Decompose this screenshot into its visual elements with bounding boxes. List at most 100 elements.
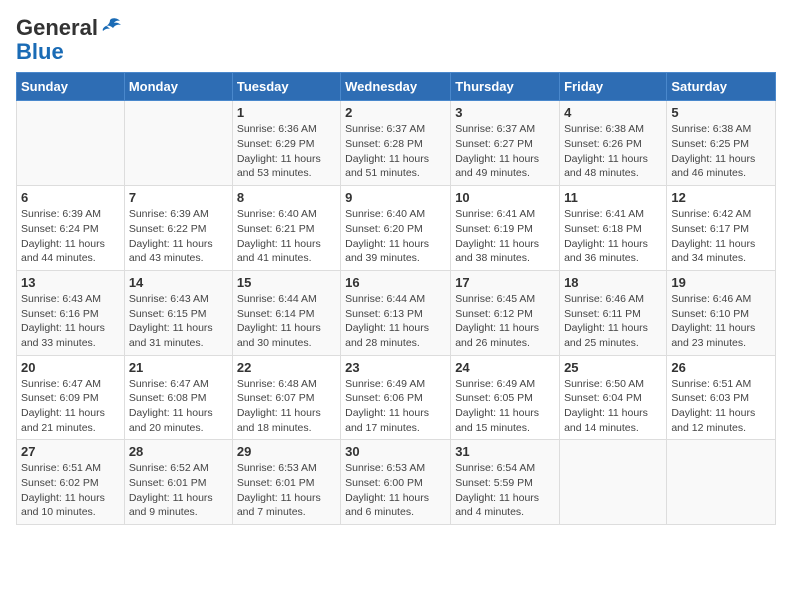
day-number: 31	[455, 444, 555, 459]
calendar-week-row: 1 Sunrise: 6:36 AMSunset: 6:29 PMDaylight…	[17, 101, 776, 186]
day-detail: Sunrise: 6:40 AMSunset: 6:20 PMDaylight:…	[345, 207, 446, 266]
day-detail: Sunrise: 6:53 AMSunset: 6:00 PMDaylight:…	[345, 461, 446, 520]
calendar-day-cell: 14 Sunrise: 6:43 AMSunset: 6:15 PMDayligh…	[124, 270, 232, 355]
calendar-day-cell: 5Sunrise: 6:38 AMSunset: 6:25 PMDaylight…	[667, 101, 776, 186]
calendar-day-cell: 16 Sunrise: 6:44 AMSunset: 6:13 PMDayligh…	[341, 270, 451, 355]
day-detail: Sunrise: 6:51 AMSunset: 6:02 PMDaylight:…	[21, 461, 120, 520]
day-detail: Sunrise: 6:41 AMSunset: 6:19 PMDaylight:…	[455, 207, 555, 266]
day-number: 2	[345, 105, 446, 120]
day-number: 6	[21, 190, 120, 205]
day-number: 4	[564, 105, 662, 120]
day-detail: Sunrise: 6:37 AMSunset: 6:28 PMDaylight:…	[345, 122, 446, 181]
calendar-day-cell: 15Sunrise: 6:44 AMSunset: 6:14 PMDayligh…	[232, 270, 340, 355]
day-detail: Sunrise: 6:43 AMSunset: 6:15 PMDaylight:…	[129, 292, 228, 351]
day-detail: Sunrise: 6:36 AMSunset: 6:29 PMDaylight:…	[237, 122, 336, 181]
day-number: 16	[345, 275, 446, 290]
calendar-day-cell: 12Sunrise: 6:42 AMSunset: 6:17 PMDayligh…	[667, 186, 776, 271]
calendar-day-cell: 31 Sunrise: 6:54 AMSunset: 5:59 PMDayligh…	[451, 440, 560, 525]
day-detail: Sunrise: 6:38 AMSunset: 6:26 PMDaylight:…	[564, 122, 662, 181]
calendar-day-cell	[667, 440, 776, 525]
day-number: 20	[21, 360, 120, 375]
day-number: 7	[129, 190, 228, 205]
day-detail: Sunrise: 6:47 AMSunset: 6:08 PMDaylight:…	[129, 377, 228, 436]
weekday-header-wednesday: Wednesday	[341, 73, 451, 101]
calendar-day-cell: 3 Sunrise: 6:37 AMSunset: 6:27 PMDaylight…	[451, 101, 560, 186]
calendar-day-cell: 30 Sunrise: 6:53 AMSunset: 6:00 PMDayligh…	[341, 440, 451, 525]
weekday-header-row: SundayMondayTuesdayWednesdayThursdayFrid…	[17, 73, 776, 101]
weekday-header-thursday: Thursday	[451, 73, 560, 101]
day-detail: Sunrise: 6:53 AMSunset: 6:01 PMDaylight:…	[237, 461, 336, 520]
calendar-day-cell: 19Sunrise: 6:46 AMSunset: 6:10 PMDayligh…	[667, 270, 776, 355]
day-detail: Sunrise: 6:44 AMSunset: 6:13 PMDaylight:…	[345, 292, 446, 351]
day-detail: Sunrise: 6:46 AMSunset: 6:10 PMDaylight:…	[671, 292, 771, 351]
day-detail: Sunrise: 6:52 AMSunset: 6:01 PMDaylight:…	[129, 461, 228, 520]
weekday-header-sunday: Sunday	[17, 73, 125, 101]
calendar-day-cell: 23 Sunrise: 6:49 AMSunset: 6:06 PMDayligh…	[341, 355, 451, 440]
day-detail: Sunrise: 6:45 AMSunset: 6:12 PMDaylight:…	[455, 292, 555, 351]
day-detail: Sunrise: 6:46 AMSunset: 6:11 PMDaylight:…	[564, 292, 662, 351]
calendar-week-row: 20 Sunrise: 6:47 AMSunset: 6:09 PMDayligh…	[17, 355, 776, 440]
day-number: 23	[345, 360, 446, 375]
day-number: 28	[129, 444, 228, 459]
day-detail: Sunrise: 6:54 AMSunset: 5:59 PMDaylight:…	[455, 461, 555, 520]
weekday-header-monday: Monday	[124, 73, 232, 101]
calendar-day-cell: 29 Sunrise: 6:53 AMSunset: 6:01 PMDayligh…	[232, 440, 340, 525]
calendar-day-cell: 9 Sunrise: 6:40 AMSunset: 6:20 PMDaylight…	[341, 186, 451, 271]
day-number: 27	[21, 444, 120, 459]
calendar-day-cell: 21 Sunrise: 6:47 AMSunset: 6:08 PMDayligh…	[124, 355, 232, 440]
day-number: 25	[564, 360, 662, 375]
logo-general-text: General	[16, 16, 98, 40]
day-detail: Sunrise: 6:44 AMSunset: 6:14 PMDaylight:…	[237, 292, 336, 351]
calendar-week-row: 13Sunrise: 6:43 AMSunset: 6:16 PMDayligh…	[17, 270, 776, 355]
page-header: General Blue	[16, 16, 776, 64]
calendar-day-cell: 13Sunrise: 6:43 AMSunset: 6:16 PMDayligh…	[17, 270, 125, 355]
day-number: 10	[455, 190, 555, 205]
day-number: 30	[345, 444, 446, 459]
day-detail: Sunrise: 6:40 AMSunset: 6:21 PMDaylight:…	[237, 207, 336, 266]
calendar-day-cell: 1 Sunrise: 6:36 AMSunset: 6:29 PMDaylight…	[232, 101, 340, 186]
calendar-week-row: 27 Sunrise: 6:51 AMSunset: 6:02 PMDayligh…	[17, 440, 776, 525]
day-detail: Sunrise: 6:49 AMSunset: 6:06 PMDaylight:…	[345, 377, 446, 436]
day-detail: Sunrise: 6:49 AMSunset: 6:05 PMDaylight:…	[455, 377, 555, 436]
logo-bird-icon	[100, 17, 122, 37]
day-detail: Sunrise: 6:47 AMSunset: 6:09 PMDaylight:…	[21, 377, 120, 436]
calendar-day-cell: 28 Sunrise: 6:52 AMSunset: 6:01 PMDayligh…	[124, 440, 232, 525]
day-number: 14	[129, 275, 228, 290]
weekday-header-saturday: Saturday	[667, 73, 776, 101]
calendar-day-cell: 20 Sunrise: 6:47 AMSunset: 6:09 PMDayligh…	[17, 355, 125, 440]
day-number: 3	[455, 105, 555, 120]
day-number: 11	[564, 190, 662, 205]
day-number: 21	[129, 360, 228, 375]
day-detail: Sunrise: 6:39 AMSunset: 6:24 PMDaylight:…	[21, 207, 120, 266]
day-detail: Sunrise: 6:43 AMSunset: 6:16 PMDaylight:…	[21, 292, 120, 351]
calendar-day-cell: 10 Sunrise: 6:41 AMSunset: 6:19 PMDayligh…	[451, 186, 560, 271]
calendar-day-cell	[124, 101, 232, 186]
weekday-header-friday: Friday	[560, 73, 667, 101]
calendar-day-cell: 25Sunrise: 6:50 AMSunset: 6:04 PMDayligh…	[560, 355, 667, 440]
day-detail: Sunrise: 6:39 AMSunset: 6:22 PMDaylight:…	[129, 207, 228, 266]
calendar-day-cell: 24Sunrise: 6:49 AMSunset: 6:05 PMDayligh…	[451, 355, 560, 440]
calendar-day-cell: 6 Sunrise: 6:39 AMSunset: 6:24 PMDaylight…	[17, 186, 125, 271]
day-number: 22	[237, 360, 336, 375]
day-detail: Sunrise: 6:41 AMSunset: 6:18 PMDaylight:…	[564, 207, 662, 266]
day-detail: Sunrise: 6:48 AMSunset: 6:07 PMDaylight:…	[237, 377, 336, 436]
calendar-day-cell: 2 Sunrise: 6:37 AMSunset: 6:28 PMDaylight…	[341, 101, 451, 186]
calendar-week-row: 6 Sunrise: 6:39 AMSunset: 6:24 PMDaylight…	[17, 186, 776, 271]
day-number: 1	[237, 105, 336, 120]
day-detail: Sunrise: 6:37 AMSunset: 6:27 PMDaylight:…	[455, 122, 555, 181]
weekday-header-tuesday: Tuesday	[232, 73, 340, 101]
calendar-day-cell	[560, 440, 667, 525]
day-detail: Sunrise: 6:51 AMSunset: 6:03 PMDaylight:…	[671, 377, 771, 436]
calendar-day-cell: 22 Sunrise: 6:48 AMSunset: 6:07 PMDayligh…	[232, 355, 340, 440]
calendar-day-cell: 7 Sunrise: 6:39 AMSunset: 6:22 PMDaylight…	[124, 186, 232, 271]
day-number: 26	[671, 360, 771, 375]
logo: General Blue	[16, 16, 122, 64]
logo-blue-label: Blue	[16, 40, 64, 64]
day-number: 8	[237, 190, 336, 205]
day-number: 9	[345, 190, 446, 205]
calendar-day-cell: 27 Sunrise: 6:51 AMSunset: 6:02 PMDayligh…	[17, 440, 125, 525]
day-number: 29	[237, 444, 336, 459]
day-detail: Sunrise: 6:42 AMSunset: 6:17 PMDaylight:…	[671, 207, 771, 266]
calendar-day-cell: 11 Sunrise: 6:41 AMSunset: 6:18 PMDayligh…	[560, 186, 667, 271]
calendar-day-cell: 4 Sunrise: 6:38 AMSunset: 6:26 PMDaylight…	[560, 101, 667, 186]
